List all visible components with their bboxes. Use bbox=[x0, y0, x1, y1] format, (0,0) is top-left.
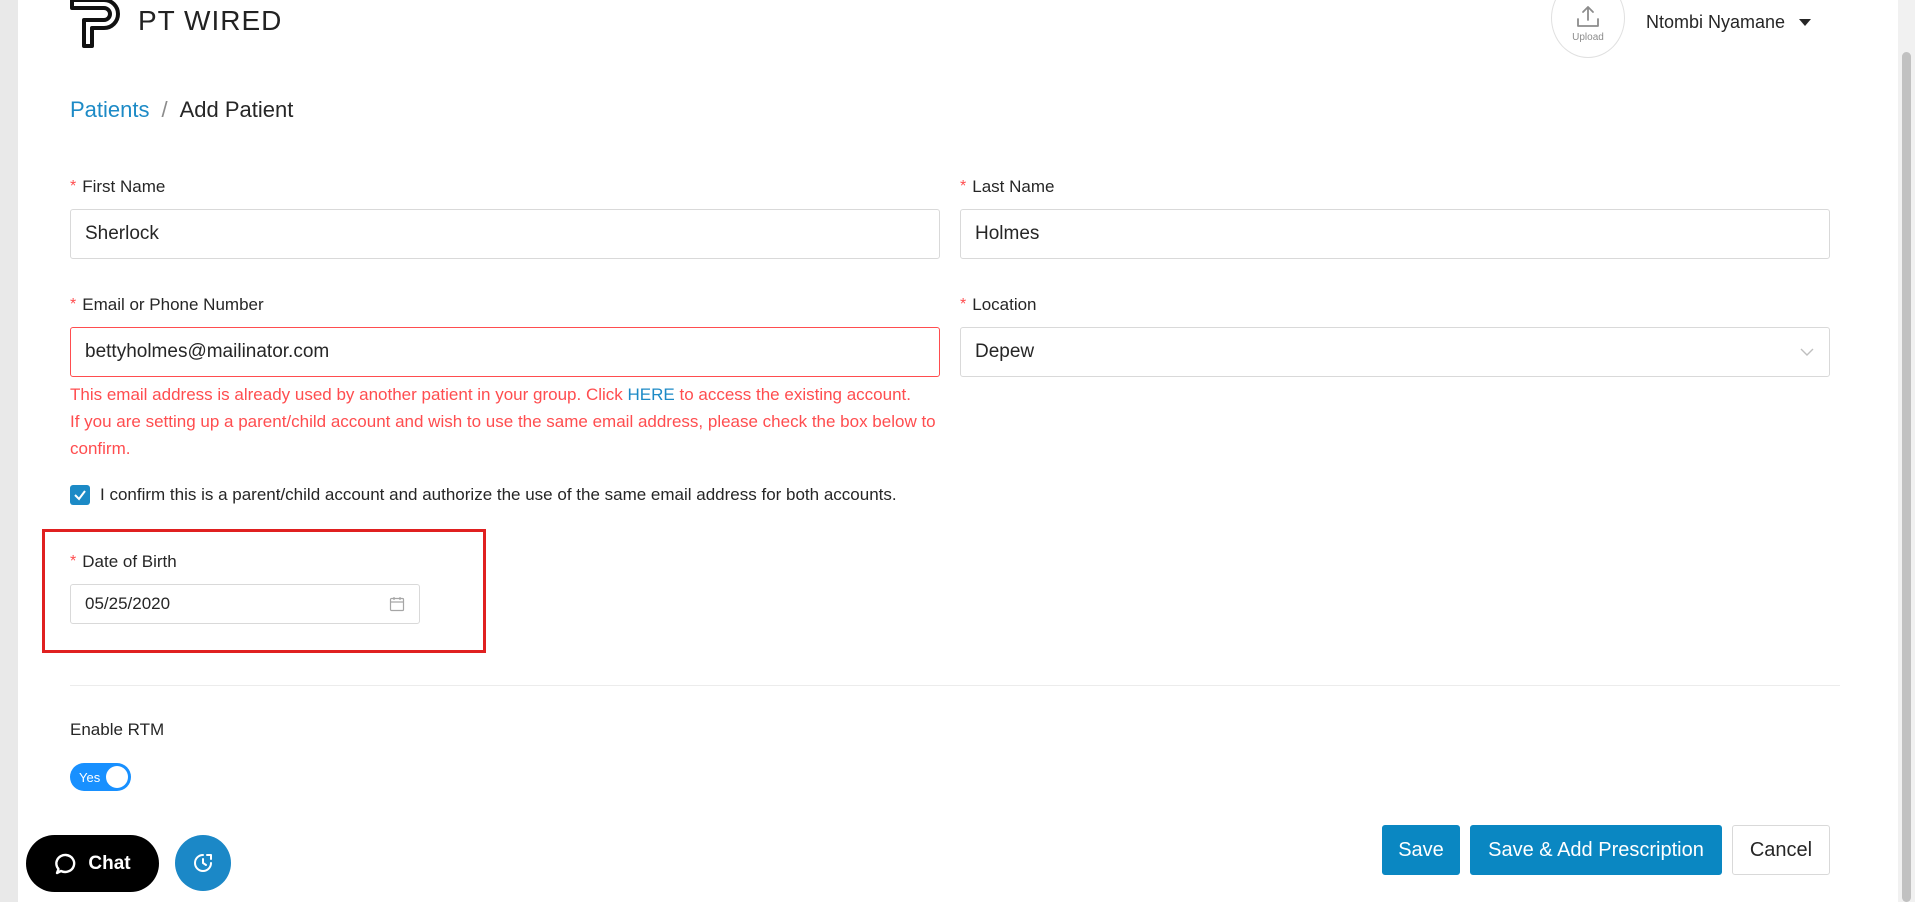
pt-wired-logo-icon bbox=[70, 0, 120, 48]
user-menu[interactable]: Ntombi Nyamane bbox=[1646, 12, 1812, 33]
last-name-input[interactable]: Holmes bbox=[960, 209, 1830, 259]
first-name-input[interactable]: Sherlock bbox=[70, 209, 940, 259]
toggle-label: Yes bbox=[79, 769, 101, 785]
email-error-text: This email address is already used by an… bbox=[70, 385, 628, 404]
dob-value: 05/25/2020 bbox=[85, 594, 171, 613]
existing-account-link[interactable]: HERE bbox=[628, 385, 675, 404]
required-mark: * bbox=[70, 553, 77, 570]
vertical-scrollbar[interactable] bbox=[1898, 0, 1915, 902]
first-name-value: Sherlock bbox=[85, 223, 159, 244]
location-label-text: Location bbox=[972, 295, 1037, 314]
upload-icon bbox=[1577, 6, 1599, 27]
upload-label: Upload bbox=[1572, 32, 1604, 43]
dob-date-picker[interactable]: 05/25/2020 bbox=[70, 584, 420, 624]
required-mark: * bbox=[70, 178, 77, 195]
upload-button[interactable]: Upload bbox=[1551, 0, 1625, 58]
save-add-prescription-button[interactable]: Save & Add Prescription bbox=[1470, 825, 1722, 875]
email-value: bettyholmes@mailinator.com bbox=[85, 341, 330, 362]
left-gutter bbox=[0, 0, 18, 902]
last-name-field: * Last Name Holmes bbox=[960, 175, 1830, 259]
email-label: * Email or Phone Number bbox=[70, 293, 940, 317]
caret-down-icon bbox=[1799, 19, 1812, 26]
user-name: Ntombi Nyamane bbox=[1646, 12, 1786, 32]
email-label-text: Email or Phone Number bbox=[82, 295, 264, 314]
chat-button[interactable]: Chat bbox=[26, 835, 159, 892]
dob-label-text: Date of Birth bbox=[82, 552, 177, 571]
location-field: * Location Depew bbox=[960, 293, 1830, 377]
dob-label: * Date of Birth bbox=[70, 550, 430, 574]
calendar-icon[interactable] bbox=[389, 596, 405, 612]
parent-child-checkbox-label: I confirm this is a parent/child account… bbox=[100, 485, 897, 504]
email-error-text-after: to access the existing account. bbox=[674, 385, 911, 404]
last-name-label: * Last Name bbox=[960, 175, 1830, 199]
enable-rtm-toggle[interactable]: Yes bbox=[70, 763, 131, 791]
required-mark: * bbox=[960, 178, 967, 195]
brand-logo[interactable]: PT WIRED bbox=[68, 0, 282, 48]
first-name-label: * First Name bbox=[70, 175, 940, 199]
first-name-field: * First Name Sherlock bbox=[70, 175, 940, 259]
parent-child-confirm-row[interactable]: I confirm this is a parent/child account… bbox=[70, 485, 897, 505]
toggle-knob bbox=[106, 766, 128, 788]
chat-bubble-icon bbox=[55, 853, 76, 874]
brand-name: PT WIRED bbox=[138, 5, 283, 36]
required-mark: * bbox=[70, 296, 77, 313]
email-field: * Email or Phone Number bettyholmes@mail… bbox=[70, 293, 940, 462]
email-error-message: This email address is already used by an… bbox=[70, 381, 940, 462]
last-name-value: Holmes bbox=[975, 223, 1040, 244]
scrollbar-thumb[interactable] bbox=[1902, 52, 1911, 902]
breadcrumb: Patients / Add Patient bbox=[70, 97, 293, 123]
location-value: Depew bbox=[975, 341, 1035, 362]
email-input[interactable]: bettyholmes@mailinator.com bbox=[70, 327, 940, 377]
last-name-label-text: Last Name bbox=[972, 177, 1055, 196]
required-mark: * bbox=[960, 296, 967, 313]
email-error-text-line2: If you are setting up a parent/child acc… bbox=[70, 412, 936, 458]
checkmark-icon bbox=[74, 490, 86, 501]
location-label: * Location bbox=[960, 293, 1830, 317]
save-button[interactable]: Save bbox=[1382, 825, 1460, 875]
location-select[interactable]: Depew bbox=[960, 327, 1830, 377]
section-divider bbox=[70, 685, 1840, 686]
cancel-button[interactable]: Cancel bbox=[1732, 825, 1830, 875]
page-title: Add Patient bbox=[179, 97, 294, 122]
chevron-down-icon bbox=[1800, 348, 1814, 356]
parent-child-checkbox[interactable] bbox=[70, 485, 90, 505]
history-clock-icon bbox=[194, 854, 212, 872]
breadcrumb-separator: / bbox=[161, 97, 168, 122]
enable-rtm-label: Enable RTM bbox=[70, 720, 165, 739]
first-name-label-text: First Name bbox=[82, 177, 166, 196]
chat-label: Chat bbox=[88, 852, 131, 874]
breadcrumb-patients-link[interactable]: Patients bbox=[70, 97, 150, 123]
history-button[interactable] bbox=[175, 835, 231, 891]
dob-field: * Date of Birth 05/25/2020 bbox=[70, 550, 430, 624]
